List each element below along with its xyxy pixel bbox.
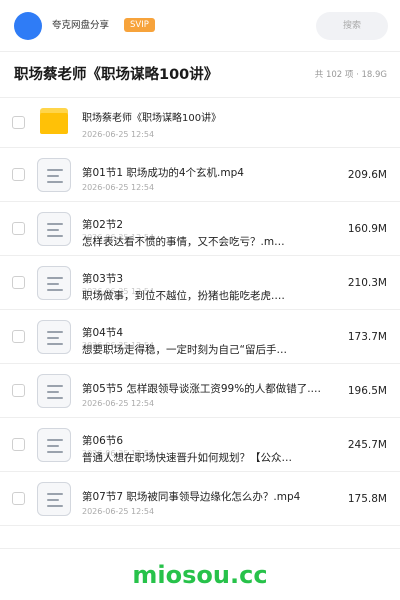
row-checkbox[interactable] xyxy=(12,384,25,397)
page-title: 职场蔡老师《职场谋略100讲》 xyxy=(14,67,219,83)
list-item[interactable]: 第03节3 2026-06-25 12:54 职场做事，到位不越位，扮猪也能吃老… xyxy=(0,256,400,310)
file-size: 245.7M xyxy=(347,439,387,451)
top-bar: 夸克网盘分享 SVIP 搜索 xyxy=(0,0,400,52)
file-icon xyxy=(37,320,71,354)
list-item[interactable]: 第05节5 怎样跟领导谈涨工资99%的人都做错了.… 2026-06-25 12… xyxy=(0,364,400,418)
folder-meta: 共 102 项 · 18.9G xyxy=(314,70,387,80)
file-icon xyxy=(37,482,71,516)
row-checkbox[interactable] xyxy=(12,438,25,451)
share-name: 夸克网盘分享 xyxy=(52,20,110,31)
file-size: 196.5M xyxy=(347,385,387,397)
watermark: miosou.cc xyxy=(132,561,268,589)
file-name: 第02节2 xyxy=(82,219,124,231)
file-date: 2026-06-25 12:54 xyxy=(82,130,155,139)
file-date: 2026-06-25 12:54 xyxy=(82,507,155,516)
list-item[interactable]: 职场蔡老师《职场谋略100讲》 2026-06-25 12:54 xyxy=(0,98,400,148)
list-item[interactable]: 第06节6 2026-06-25 12:54 普通人想在职场快速晋升如何规划？【… xyxy=(0,418,400,472)
row-checkbox[interactable] xyxy=(12,492,25,505)
file-icon xyxy=(37,428,71,462)
list-item[interactable]: 第07节7 职场被同事领导边缘化怎么办？.mp4 2026-06-25 12:5… xyxy=(0,472,400,526)
file-list: 职场蔡老师《职场谋略100讲》 2026-06-25 12:54 第01节1 职… xyxy=(0,98,400,526)
file-name-line2: 想要职场走得稳，一定时刻为自己“留后手… xyxy=(82,344,287,356)
file-icon xyxy=(37,212,71,246)
file-name: 第01节1 职场成功的4个玄机.mp4 xyxy=(82,167,244,179)
file-icon xyxy=(37,374,71,408)
file-name: 第03节3 xyxy=(82,273,124,285)
row-checkbox[interactable] xyxy=(12,168,25,181)
file-name: 第07节7 职场被同事领导边缘化怎么办？.mp4 xyxy=(82,491,301,503)
list-item[interactable]: 第04节4 2026-06-25 12:54 想要职场走得稳，一定时刻为自己“留… xyxy=(0,310,400,364)
folder-icon xyxy=(40,108,68,134)
file-icon xyxy=(37,158,71,192)
file-name-line2: 职场做事，到位不越位，扮猪也能吃老虎.… xyxy=(82,290,285,302)
row-checkbox[interactable] xyxy=(12,330,25,343)
footer: miosou.cc xyxy=(0,548,400,600)
row-checkbox[interactable] xyxy=(12,116,25,129)
file-date: 2026-06-25 12:54 xyxy=(82,399,155,408)
file-icon xyxy=(37,266,71,300)
file-name: 第06节6 xyxy=(82,435,124,447)
file-name-line2: 普通人想在职场快速晋升如何规划？【公众… xyxy=(82,452,292,464)
file-name: 第05节5 怎样跟领导谈涨工资99%的人都做错了.… xyxy=(82,383,322,395)
avatar[interactable] xyxy=(14,12,42,40)
folder-header: 职场蔡老师《职场谋略100讲》 共 102 项 · 18.9G xyxy=(0,52,400,98)
file-name: 职场蔡老师《职场谋略100讲》 xyxy=(82,113,222,124)
search-input[interactable]: 搜索 xyxy=(316,12,388,40)
file-name-line2: 怎样表达看不惯的事情，又不会吃亏？.m… xyxy=(82,236,285,248)
row-checkbox[interactable] xyxy=(12,222,25,235)
row-checkbox[interactable] xyxy=(12,276,25,289)
file-size: 209.6M xyxy=(347,169,387,181)
file-name: 第04节4 xyxy=(82,327,124,339)
file-size: 210.3M xyxy=(347,277,387,289)
svip-badge: SVIP xyxy=(124,18,155,32)
file-size: 160.9M xyxy=(347,223,387,235)
file-date: 2026-06-25 12:54 xyxy=(82,183,155,192)
list-item[interactable]: 第01节1 职场成功的4个玄机.mp4 2026-06-25 12:54 209… xyxy=(0,148,400,202)
file-size: 175.8M xyxy=(347,493,387,505)
file-size: 173.7M xyxy=(347,331,387,343)
list-item[interactable]: 第02节2 2026-06-25 12:54 怎样表达看不惯的事情，又不会吃亏？… xyxy=(0,202,400,256)
